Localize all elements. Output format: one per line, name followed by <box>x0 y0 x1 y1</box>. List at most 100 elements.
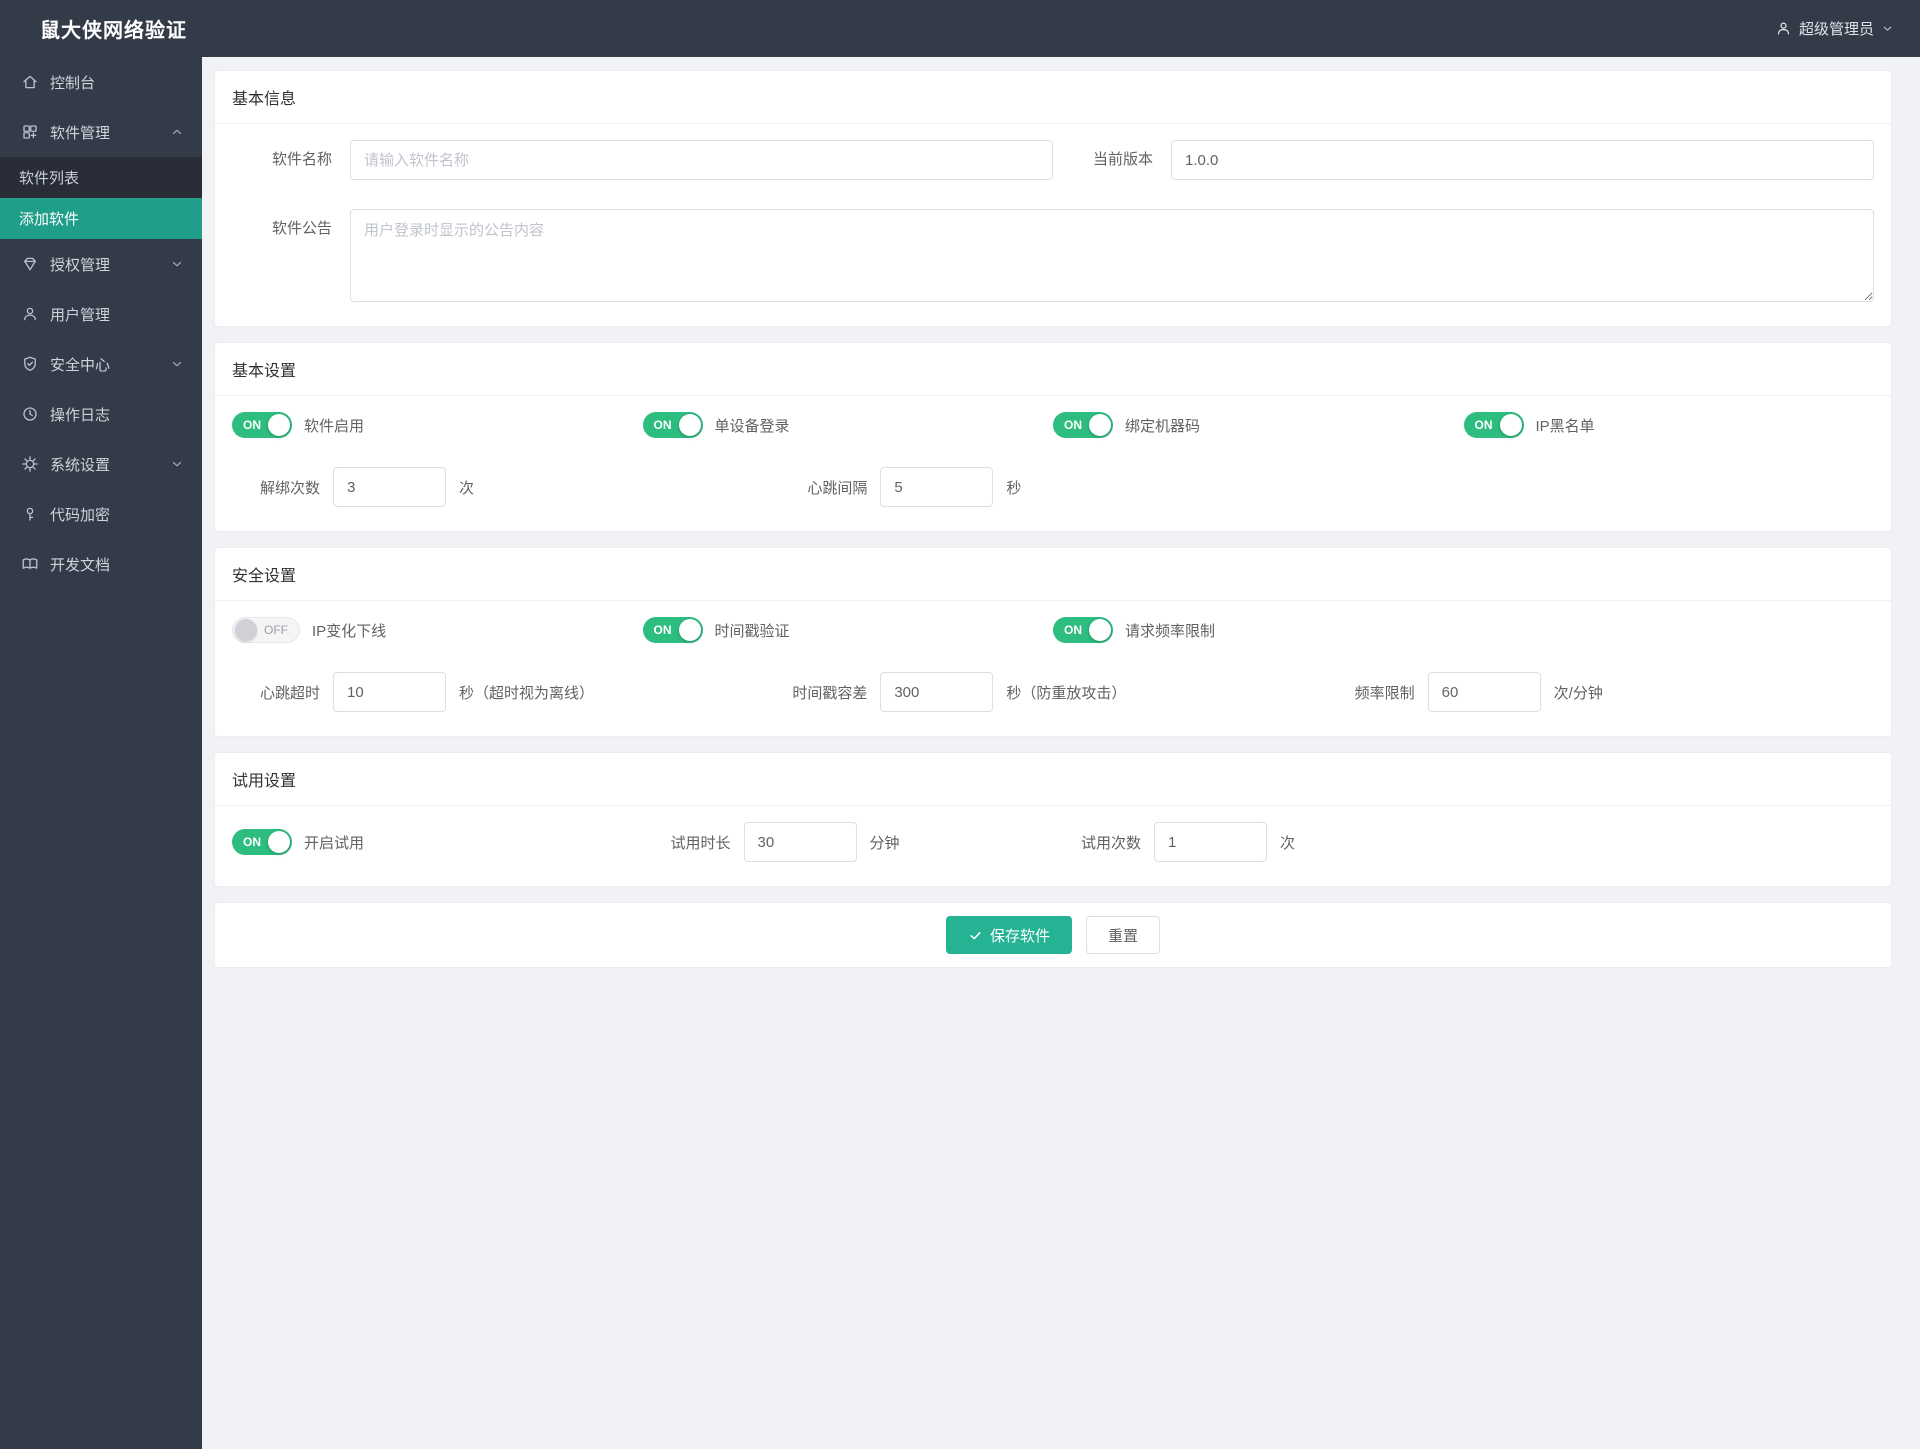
toggle-state-text: ON <box>243 418 261 432</box>
toggle-bind-machine-code[interactable]: ON <box>1053 412 1113 438</box>
security-settings-title: 安全设置 <box>215 548 1891 601</box>
toggle-knob <box>235 619 257 641</box>
gear-icon <box>21 455 39 473</box>
key-icon <box>21 505 39 523</box>
chevron-down-icon <box>1881 22 1894 35</box>
sidebar-item-code-encrypt[interactable]: 代码加密 <box>0 489 202 539</box>
sidebar-item-security-center[interactable]: 安全中心 <box>0 339 202 389</box>
rate-limit-label: 频率限制 <box>1354 684 1415 702</box>
rate-limit-input[interactable] <box>1427 672 1541 712</box>
trial-settings-card: 试用设置 ON 开启试用 试用时长 分钟 试用 <box>214 752 1892 887</box>
toggle-label: IP黑名单 <box>1535 417 1595 435</box>
sidebar-subitem-label: 添加软件 <box>19 211 80 228</box>
announcement-textarea[interactable] <box>350 209 1874 302</box>
toggle-state-text: ON <box>243 835 261 849</box>
software-name-input[interactable] <box>350 140 1053 180</box>
check-icon <box>968 928 983 943</box>
toggle-ip-change-offline[interactable]: OFF <box>232 617 300 643</box>
save-button-label: 保存软件 <box>989 927 1050 945</box>
sidebar-item-dev-docs[interactable]: 开发文档 <box>0 539 202 589</box>
clock-icon <box>21 405 39 423</box>
toggle-knob <box>268 831 290 853</box>
heartbeat-interval-label: 心跳间隔 <box>807 479 868 497</box>
trial-count-input[interactable] <box>1154 822 1267 862</box>
actions-card: 保存软件 重置 <box>214 902 1892 968</box>
sidebar-item-label: 安全中心 <box>50 356 111 374</box>
user-icon <box>1775 20 1792 37</box>
toggle-state-text: OFF <box>264 623 288 637</box>
heartbeat-timeout-suffix: 秒（超时视为离线） <box>459 684 595 702</box>
sidebar-item-label: 代码加密 <box>50 506 111 524</box>
sidebar-item-console[interactable]: 控制台 <box>0 57 202 107</box>
toggle-state-text: ON <box>1064 418 1082 432</box>
basic-settings-card: 基本设置 ON 软件启用 ON 单设备登录 ON 绑定机器码 ON IP黑名单 … <box>214 342 1892 532</box>
toggle-trial-enable[interactable]: ON <box>232 829 292 855</box>
toggle-single-device-login[interactable]: ON <box>642 412 703 438</box>
toggle-state-text: ON <box>1474 418 1493 432</box>
user-menu[interactable]: 超级管理员 <box>1775 18 1894 39</box>
basic-info-card: 基本信息 软件名称 当前版本 软件公告 <box>214 70 1892 327</box>
chevron-down-icon <box>170 457 184 471</box>
chevron-up-icon <box>170 125 184 139</box>
timestamp-tolerance-suffix: 秒（防重放攻击） <box>1006 684 1127 702</box>
sidebar-item-software-mgmt[interactable]: 软件管理 <box>0 107 202 157</box>
heartbeat-timeout-input[interactable] <box>333 672 446 712</box>
current-version-label: 当前版本 <box>1092 151 1153 168</box>
heartbeat-interval-input[interactable] <box>880 467 994 507</box>
current-version-input[interactable] <box>1171 140 1874 180</box>
apps-icon <box>21 123 39 141</box>
basic-settings-title: 基本设置 <box>215 343 1891 396</box>
toggle-state-text: ON <box>1064 623 1082 637</box>
basic-info-title: 基本信息 <box>215 71 1891 124</box>
announcement-label: 软件公告 <box>271 220 332 237</box>
sidebar-item-auth-mgmt[interactable]: 授权管理 <box>0 239 202 289</box>
app-title: 鼠大侠网络验证 <box>40 20 187 42</box>
top-header: 鼠大侠网络验证 超级管理员 <box>0 0 1920 57</box>
heartbeat-interval-suffix: 秒 <box>1006 479 1022 497</box>
toggle-ip-blacklist[interactable]: ON <box>1463 412 1524 438</box>
sidebar-item-user-mgmt[interactable]: 用户管理 <box>0 289 202 339</box>
save-software-button[interactable]: 保存软件 <box>945 916 1072 954</box>
unbind-count-input[interactable] <box>333 467 446 507</box>
toggle-software-enable[interactable]: ON <box>232 412 292 438</box>
user-icon <box>21 305 39 323</box>
sidebar-subitem-software-list[interactable]: 软件列表 <box>0 157 202 198</box>
heartbeat-timeout-label: 心跳超时 <box>259 684 320 702</box>
toggle-knob <box>678 414 701 436</box>
reset-button[interactable]: 重置 <box>1086 916 1161 954</box>
toggle-timestamp-verify[interactable]: ON <box>642 617 703 643</box>
rate-limit-suffix: 次/分钟 <box>1553 684 1603 702</box>
home-icon <box>21 73 39 91</box>
book-icon <box>21 555 39 573</box>
toggle-state-text: ON <box>653 418 672 432</box>
chevron-down-icon <box>170 357 184 371</box>
toggle-label: IP变化下线 <box>312 622 387 640</box>
unbind-count-label: 解绑次数 <box>259 479 320 497</box>
user-name: 超级管理员 <box>1798 21 1874 38</box>
reset-button-label: 重置 <box>1108 927 1139 945</box>
chevron-down-icon <box>170 257 184 271</box>
unbind-count-suffix: 次 <box>459 479 475 497</box>
sidebar-item-system-settings[interactable]: 系统设置 <box>0 439 202 489</box>
sidebar-subitem-add-software[interactable]: 添加软件 <box>0 198 202 239</box>
toggle-rate-limit[interactable]: ON <box>1053 617 1113 643</box>
trial-duration-suffix: 分钟 <box>869 834 900 852</box>
toggle-label: 时间戳验证 <box>714 622 790 640</box>
security-settings-card: 安全设置 OFF IP变化下线 ON 时间戳验证 ON 请求频率限制 心跳超时 … <box>214 547 1892 737</box>
toggle-knob <box>1499 414 1522 436</box>
toggle-knob <box>1089 414 1111 436</box>
trial-duration-label: 试用时长 <box>670 834 731 852</box>
trial-duration-input[interactable] <box>743 822 857 862</box>
sidebar-item-label: 操作日志 <box>50 406 111 424</box>
sidebar: 控制台 软件管理 软件列表 添加软件 授权管理 用户管理 安全中心 操作日志 系… <box>0 57 202 1449</box>
toggle-label: 开启试用 <box>304 834 365 852</box>
software-name-label: 软件名称 <box>271 151 332 168</box>
trial-count-label: 试用次数 <box>1080 834 1141 852</box>
sidebar-subitem-label: 软件列表 <box>19 170 80 187</box>
toggle-state-text: ON <box>653 623 672 637</box>
sidebar-item-label: 软件管理 <box>50 124 111 142</box>
sidebar-item-label: 授权管理 <box>50 256 111 274</box>
sidebar-item-operation-log[interactable]: 操作日志 <box>0 389 202 439</box>
timestamp-tolerance-input[interactable] <box>880 672 994 712</box>
toggle-label: 请求频率限制 <box>1125 622 1216 640</box>
